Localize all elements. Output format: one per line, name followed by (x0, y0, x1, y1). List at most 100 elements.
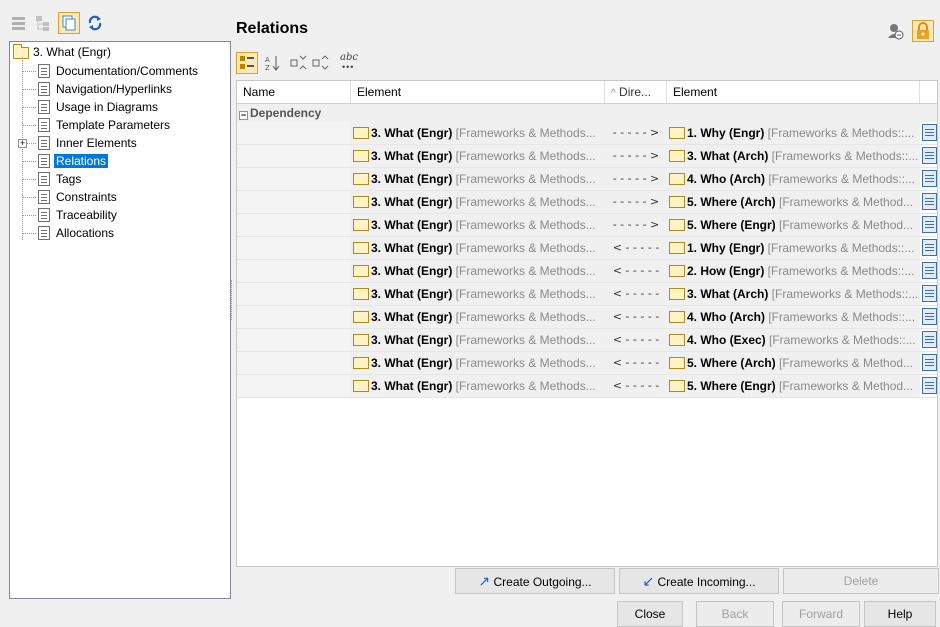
forward-button[interactable]: Forward (782, 601, 860, 627)
tree-item-documentation[interactable]: Documentation/Comments (22, 62, 198, 80)
create-outgoing-label: Create Outgoing... (493, 575, 592, 589)
back-button[interactable]: Back (696, 601, 774, 627)
open-specification-icon[interactable] (922, 124, 937, 141)
copy-view-icon[interactable] (58, 12, 80, 34)
open-specification-icon[interactable] (922, 216, 937, 233)
open-specification-icon[interactable] (922, 377, 937, 394)
name-cell[interactable] (237, 329, 351, 351)
name-cell[interactable] (237, 145, 351, 167)
source-element-cell[interactable]: 3. What (Engr) [Frameworks & Methods... (351, 375, 605, 397)
create-incoming-button[interactable]: ↙ Create Incoming... (619, 568, 779, 594)
target-element-cell[interactable]: 2. How (Engr) [Frameworks & Methods::... (667, 260, 920, 282)
table-row[interactable]: 3. What (Engr) [Frameworks & Methods... <… (237, 329, 937, 352)
delete-button[interactable]: Delete (783, 568, 939, 594)
target-element-name: 3. What (Arch) (687, 149, 769, 163)
name-cell[interactable] (237, 352, 351, 374)
tree-item-relations[interactable]: Relations (22, 152, 109, 170)
source-element-cell[interactable]: 3. What (Engr) [Frameworks & Methods... (351, 237, 605, 259)
expand-toggle[interactable]: + (18, 139, 27, 148)
group-by-icon[interactable] (236, 52, 258, 74)
name-cell[interactable] (237, 283, 351, 305)
name-cell[interactable] (237, 260, 351, 282)
tree-item-allocations[interactable]: Allocations (22, 224, 114, 242)
open-specification-icon[interactable] (922, 193, 937, 210)
target-element-cell[interactable]: 4. Who (Exec) [Frameworks & Methods::... (667, 329, 920, 351)
list-view-icon[interactable] (10, 14, 28, 32)
source-element-cell[interactable]: 3. What (Engr) [Frameworks & Methods... (351, 122, 605, 144)
source-element-cell[interactable]: 3. What (Engr) [Frameworks & Methods... (351, 352, 605, 374)
source-element-cell[interactable]: 3. What (Engr) [Frameworks & Methods... (351, 145, 605, 167)
table-row[interactable]: 3. What (Engr) [Frameworks & Methods... -… (237, 145, 937, 168)
tree-item-usage[interactable]: Usage in Diagrams (22, 98, 158, 116)
table-row[interactable]: 3. What (Engr) [Frameworks & Methods... -… (237, 214, 937, 237)
help-button[interactable]: Help (864, 601, 936, 627)
column-header-element[interactable]: Element (351, 81, 605, 103)
lock-icon[interactable] (912, 20, 934, 42)
collapse-toggle[interactable]: − (239, 111, 248, 120)
tree-item-inner-elements[interactable]: + Inner Elements (18, 134, 137, 152)
name-cell[interactable] (237, 237, 351, 259)
target-element-name: 5. Where (Engr) (687, 379, 776, 393)
source-element-cell[interactable]: 3. What (Engr) [Frameworks & Methods... (351, 306, 605, 328)
name-cell[interactable] (237, 214, 351, 236)
table-row[interactable]: 3. What (Engr) [Frameworks & Methods... <… (237, 352, 937, 375)
open-specification-icon[interactable] (922, 239, 937, 256)
table-row[interactable]: 3. What (Engr) [Frameworks & Methods... -… (237, 191, 937, 214)
column-header-direction[interactable]: ^ Dire... (605, 81, 667, 103)
target-element-cell[interactable]: 4. Who (Arch) [Frameworks & Methods::... (667, 306, 920, 328)
name-cell[interactable] (237, 191, 351, 213)
source-element-cell[interactable]: 3. What (Engr) [Frameworks & Methods... (351, 260, 605, 282)
tree-item-tags[interactable]: Tags (22, 170, 81, 188)
close-button[interactable]: Close (617, 601, 683, 627)
open-specification-icon[interactable] (922, 285, 937, 302)
table-row[interactable]: 3. What (Engr) [Frameworks & Methods... <… (237, 283, 937, 306)
column-header-name[interactable]: Name (237, 81, 351, 103)
table-row[interactable]: 3. What (Engr) [Frameworks & Methods... <… (237, 306, 937, 329)
source-element-cell[interactable]: 3. What (Engr) [Frameworks & Methods... (351, 214, 605, 236)
tree-root[interactable]: 3. What (Engr) (13, 43, 111, 61)
source-element-cell[interactable]: 3. What (Engr) [Frameworks & Methods... (351, 191, 605, 213)
open-specification-icon[interactable] (922, 147, 937, 164)
tree-item-navigation[interactable]: Navigation/Hyperlinks (22, 80, 172, 98)
create-outgoing-button[interactable]: ↗ Create Outgoing... (455, 568, 615, 594)
target-element-cell[interactable]: 5. Where (Arch) [Frameworks & Method... (667, 191, 920, 213)
table-row[interactable]: 3. What (Engr) [Frameworks & Methods... <… (237, 237, 937, 260)
table-row[interactable]: 3. What (Engr) [Frameworks & Methods... -… (237, 122, 937, 145)
source-element-cell[interactable]: 3. What (Engr) [Frameworks & Methods... (351, 168, 605, 190)
target-element-cell[interactable]: 5. Where (Engr) [Frameworks & Method... (667, 375, 920, 397)
lock-user-icon[interactable] (886, 22, 904, 40)
tree-item-template-parameters[interactable]: Template Parameters (22, 116, 170, 134)
table-row[interactable]: 3. What (Engr) [Frameworks & Methods... <… (237, 260, 937, 283)
group-row-dependency[interactable]: − Dependency (237, 104, 937, 122)
target-element-cell[interactable]: 1. Why (Engr) [Frameworks & Methods::... (667, 122, 920, 144)
document-icon (38, 226, 50, 240)
target-element-cell[interactable]: 3. What (Arch) [Frameworks & Methods::..… (667, 145, 920, 167)
table-row[interactable]: 3. What (Engr) [Frameworks & Methods... <… (237, 375, 937, 398)
target-element-cell[interactable]: 5. Where (Engr) [Frameworks & Method... (667, 214, 920, 236)
column-header-element-target[interactable]: Element (667, 81, 920, 103)
collapse-all-icon[interactable] (312, 54, 330, 72)
sort-alphabetical-icon[interactable]: AZ (264, 54, 282, 72)
open-specification-icon[interactable] (922, 262, 937, 279)
name-cell[interactable] (237, 375, 351, 397)
name-cell[interactable] (237, 168, 351, 190)
open-specification-icon[interactable] (922, 331, 937, 348)
target-element-cell[interactable]: 1. Why (Engr) [Frameworks & Methods::... (667, 237, 920, 259)
target-element-cell[interactable]: 3. What (Arch) [Frameworks & Methods::..… (667, 283, 920, 305)
target-element-cell[interactable]: 5. Where (Arch) [Frameworks & Method... (667, 352, 920, 374)
target-element-cell[interactable]: 4. Who (Arch) [Frameworks & Methods::... (667, 168, 920, 190)
table-row[interactable]: 3. What (Engr) [Frameworks & Methods... -… (237, 168, 937, 191)
splitter-handle[interactable] (231, 280, 234, 320)
open-specification-icon[interactable] (922, 170, 937, 187)
open-specification-icon[interactable] (922, 308, 937, 325)
source-element-cell[interactable]: 3. What (Engr) [Frameworks & Methods... (351, 283, 605, 305)
refresh-icon[interactable] (86, 14, 104, 32)
name-cell[interactable] (237, 122, 351, 144)
source-element-cell[interactable]: 3. What (Engr) [Frameworks & Methods... (351, 329, 605, 351)
name-cell[interactable] (237, 306, 351, 328)
open-specification-icon[interactable] (922, 354, 937, 371)
tree-item-constraints[interactable]: Constraints (22, 188, 117, 206)
tree-view-icon[interactable] (34, 14, 52, 32)
tree-item-traceability[interactable]: Traceability (22, 206, 117, 224)
expand-all-icon[interactable] (290, 54, 308, 72)
